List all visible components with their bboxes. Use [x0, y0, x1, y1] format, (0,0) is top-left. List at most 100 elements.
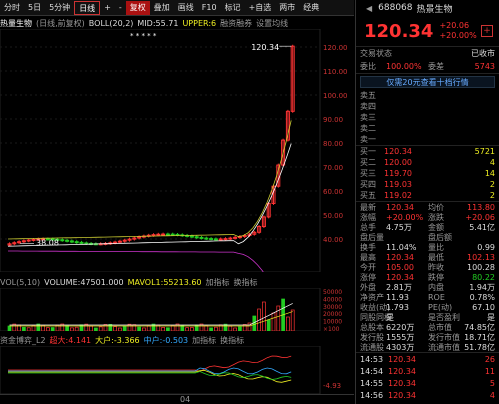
margin-label[interactable]: 融资融券 — [220, 18, 252, 29]
stat-value: 67.10 — [472, 302, 495, 312]
fund-indicator-name[interactable]: 资金博弈_L2 — [0, 335, 46, 346]
candle — [170, 233, 175, 236]
stat-value: 51.78亿 — [464, 342, 495, 352]
stat-value: 1.793 — [386, 302, 409, 312]
stat-row: 发行股 1555万 发行市值 18.71亿 — [356, 332, 499, 342]
stat-row: 盘后量 盘后额 — [356, 232, 499, 242]
volume-bar — [65, 325, 69, 331]
toolbar-item[interactable]: 5分钟 — [45, 1, 74, 15]
status-value: 已收市 — [471, 49, 495, 58]
toolbar-item[interactable]: 两市 — [275, 1, 299, 15]
toolbar-item[interactable]: 5日 — [24, 1, 45, 15]
candle — [60, 239, 65, 242]
stat-row: 外盘 2.81万 内盘 1.94万 — [356, 282, 499, 292]
candle — [161, 233, 166, 236]
weibi-value: 100.00% — [386, 62, 422, 71]
fund-tick-label: -4.93 — [323, 382, 341, 390]
current-price: 120.34 — [364, 20, 434, 42]
candle — [113, 241, 118, 244]
vol-switch-indicator-button[interactable]: 换指标 — [234, 277, 258, 288]
book-level-label: 买三 — [360, 169, 376, 178]
vol-add-indicator-button[interactable]: 加指标 — [206, 277, 230, 288]
volume-chart[interactable]: 5000040000300002000010000×100 — [0, 288, 354, 331]
toolbar-item[interactable]: F10 — [198, 1, 221, 15]
price-block: 120.34 +20.06 +20.00% + — [356, 16, 499, 46]
change-percent: +20.00% — [439, 31, 477, 40]
vol-indicator-name[interactable]: VOL(5,10) — [0, 278, 40, 287]
boll-label[interactable]: BOLL(20,2) — [89, 19, 134, 28]
sell-row[interactable]: 卖二 — [356, 123, 499, 134]
y-tick-label: 50.00 — [323, 212, 343, 220]
buy-row[interactable]: 买五 119.02 2 — [356, 190, 499, 201]
fund-chart[interactable]: -4.93 — [0, 346, 354, 394]
stat-value: 11.93 — [386, 292, 409, 302]
stat-value: 120.34 — [386, 252, 414, 262]
stat-value: 11.04% — [386, 242, 417, 252]
high-price-label: 120.34 — [251, 43, 279, 52]
add-favorite-icon[interactable]: + — [481, 25, 493, 37]
candle — [213, 238, 218, 241]
volume-bar — [22, 327, 26, 331]
low-price-label: 38.08 — [36, 239, 59, 248]
chart-mode-label: (日线,前复权) — [36, 18, 85, 28]
book-volume: 5721 — [474, 147, 495, 156]
tick-row: 14:56 120.34 4 — [356, 389, 499, 401]
candle — [79, 241, 84, 244]
tick-time: 14:54 — [360, 366, 384, 376]
stat-row: 总手 4.75万 金额 5.41亿 — [356, 222, 499, 232]
event-markers[interactable]: * * * * * — [130, 32, 157, 40]
prev-stock-icon[interactable]: ◀ — [366, 4, 372, 13]
buy-row[interactable]: 买四 119.03 2 — [356, 179, 499, 190]
sell-row[interactable]: 卖四 — [356, 101, 499, 112]
y-tick-label: 110.00 — [323, 68, 348, 76]
book-price: 120.34 — [384, 147, 412, 156]
kline-chart[interactable]: 120.00 110.00 100.00 90.00 80.00 70.00 60.00 50… — [0, 29, 354, 272]
mid-value: 中户:-0.503 — [143, 335, 189, 345]
fund-add-indicator-button[interactable]: 加指标 — [192, 335, 216, 346]
toolbar-item[interactable]: 画线 — [174, 1, 198, 15]
toolbar-item[interactable]: 日线 — [74, 0, 101, 15]
book-level-label: 买四 — [360, 180, 376, 189]
vol-tick-label: 20000 — [323, 311, 342, 318]
period-toolbar: 分时 5日 5分钟 日线 + - 复权 叠加 画线 F10 标记 +自选 两市 经典 — [0, 0, 354, 16]
ma-setting-button[interactable]: 设置均线 — [256, 18, 288, 29]
main-chart-header: 热量生物 (日线,前复权) BOLL(20,2) MID:55.71 UPPER… — [0, 17, 354, 29]
sell-row[interactable]: 卖一 — [356, 134, 499, 145]
volume-bar — [94, 327, 98, 331]
change-value: +20.06 — [439, 21, 470, 30]
stat-row: 总股本 6220万 总市值 74.85亿 — [356, 322, 499, 332]
toolbar-item[interactable]: 分时 — [0, 1, 24, 15]
toolbar-item[interactable]: 经典 — [299, 1, 323, 15]
buy-row[interactable]: 买三 119.70 14 — [356, 168, 499, 179]
tick-price: 120.34 — [388, 354, 416, 364]
toolbar-item[interactable]: 复权 — [125, 0, 150, 15]
stat-label: 内盘 — [428, 282, 444, 292]
buy-row[interactable]: 买一 120.34 5721 — [356, 146, 499, 157]
toolbar-item[interactable]: +自选 — [245, 1, 276, 15]
sell-row[interactable]: 卖三 — [356, 112, 499, 123]
y-tick-label: 60.00 — [323, 188, 343, 196]
stat-value: 2.81万 — [386, 282, 412, 292]
toolbar-item[interactable]: + — [100, 1, 115, 15]
volume-bar — [7, 325, 12, 331]
level2-notice-link[interactable]: 仅需20元查看十档行情 — [360, 76, 495, 88]
book-price: 119.70 — [384, 169, 412, 178]
buy-row[interactable]: 买二 120.00 4 — [356, 157, 499, 168]
quote-title: ◀ 688068 热景生物 — [356, 0, 499, 16]
candle — [165, 233, 170, 236]
tick-row: 14:54 120.34 11 — [356, 365, 499, 377]
trade-status-row: 交易状态 已收市 — [356, 47, 499, 60]
sell-book: 卖五 卖四 卖三 卖二 卖一 — [356, 90, 499, 145]
book-level-label: 卖四 — [360, 102, 376, 111]
tick-time: 14:55 — [360, 378, 384, 388]
candle — [151, 234, 156, 237]
toolbar-item[interactable]: 标记 — [221, 1, 245, 15]
toolbar-item[interactable]: - — [115, 1, 126, 15]
stat-value: 113.80 — [467, 202, 495, 212]
toolbar-item[interactable]: 叠加 — [150, 1, 174, 15]
sell-row[interactable]: 卖五 — [356, 90, 499, 101]
y-tick-label: 70.00 — [323, 164, 343, 172]
fund-switch-indicator-button[interactable]: 换指标 — [220, 335, 244, 346]
date-axis: 04 — [0, 394, 354, 404]
candle — [209, 238, 214, 241]
